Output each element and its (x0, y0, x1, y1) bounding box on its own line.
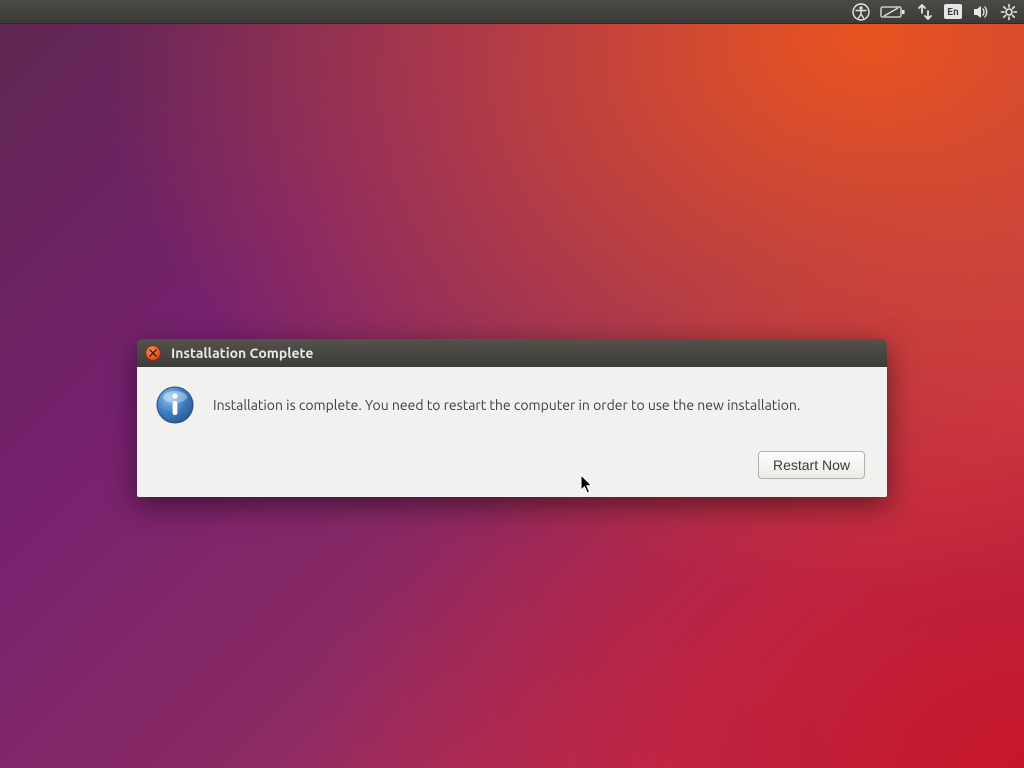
dialog-message: Installation is complete. You need to re… (213, 397, 800, 413)
close-button[interactable] (145, 345, 161, 361)
language-indicator[interactable]: En (944, 0, 962, 24)
volume-icon[interactable] (972, 0, 990, 24)
language-label: En (944, 4, 962, 19)
system-settings-icon[interactable] (1000, 0, 1018, 24)
installation-complete-dialog: Installation Complete (137, 339, 887, 497)
dialog-body: Installation is complete. You need to re… (137, 367, 887, 497)
network-icon[interactable] (916, 0, 934, 24)
dialog-title: Installation Complete (171, 345, 313, 361)
accessibility-icon[interactable] (852, 0, 870, 24)
restart-now-button[interactable]: Restart Now (758, 451, 865, 479)
dialog-titlebar[interactable]: Installation Complete (137, 339, 887, 367)
menu-bar: En (0, 0, 1024, 24)
battery-icon[interactable] (880, 0, 906, 24)
info-icon (155, 385, 195, 425)
